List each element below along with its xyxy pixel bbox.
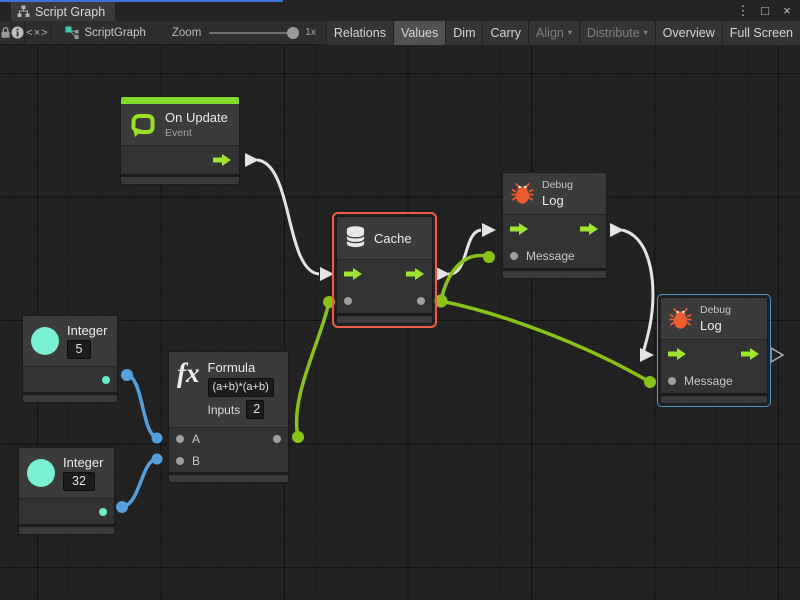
flow-output-port[interactable] <box>213 154 232 166</box>
node-footer <box>169 472 288 482</box>
node-title: Integer <box>67 323 107 338</box>
flow-input-port[interactable] <box>668 348 687 360</box>
database-icon <box>345 225 366 251</box>
flow-input-port[interactable] <box>510 223 529 235</box>
value-wire-endpoint <box>644 376 656 388</box>
formula-fx-icon: fx <box>177 360 200 387</box>
value-wire-endpoint <box>116 501 128 513</box>
flow-output-port[interactable] <box>406 268 425 280</box>
wire-onupdate-to-cache[interactable] <box>257 160 319 274</box>
value-wire-endpoint <box>292 431 304 443</box>
integer-type-icon <box>27 459 55 487</box>
flow-wire-end-arrow <box>320 267 334 281</box>
node-integer-bottom[interactable]: Integer 32 <box>18 447 115 535</box>
node-subtitle: Event <box>165 127 228 139</box>
wire-cache-to-debuglog1[interactable] <box>448 230 481 274</box>
wire-cache-to-debuglog2-message[interactable] <box>441 301 648 381</box>
integer-type-icon <box>31 327 59 355</box>
flow-continuation-arrow <box>771 348 783 362</box>
node-title: Log <box>542 193 573 208</box>
flow-output-port[interactable] <box>741 348 760 360</box>
value-output-port[interactable] <box>417 297 425 305</box>
value-wire-endpoint <box>152 454 163 465</box>
node-formula[interactable]: fx Formula (a+b)*(a+b) Inputs 2 A B <box>168 351 289 483</box>
value-wire-endpoint <box>152 433 163 444</box>
unity-script-graph-window: Script Graph ⋮ □ × <×> <box>0 0 800 600</box>
node-title: Integer <box>63 455 103 470</box>
on-update-event-icon <box>129 111 157 139</box>
wire-integer5-to-formula-a[interactable] <box>127 375 156 437</box>
wire-cache-to-debuglog1-message[interactable] <box>441 255 487 301</box>
port-label: B <box>192 454 200 468</box>
node-footer <box>19 524 114 534</box>
node-footer <box>661 393 767 403</box>
port-a-input[interactable] <box>176 435 184 443</box>
node-integer-top[interactable]: Integer 5 <box>22 315 118 403</box>
node-on-update[interactable]: On Update Event <box>120 96 240 185</box>
integer-value-field[interactable]: 32 <box>63 472 95 491</box>
node-footer <box>503 268 606 278</box>
inputs-label: Inputs <box>208 403 241 417</box>
node-debug-log-top[interactable]: Debug Log Message <box>502 172 607 279</box>
flow-output-port[interactable] <box>580 223 599 235</box>
value-output-port[interactable] <box>99 508 107 516</box>
node-category: Debug <box>542 179 573 191</box>
flow-wire-start-arrow <box>245 153 259 167</box>
integer-value-field[interactable]: 5 <box>67 340 91 359</box>
formula-expression-field[interactable]: (a+b)*(a+b) <box>208 378 274 397</box>
flow-wire-start-arrow <box>610 223 624 237</box>
node-footer <box>121 174 239 184</box>
node-cache[interactable]: Cache <box>336 216 433 324</box>
flow-input-port[interactable] <box>344 268 363 280</box>
event-accent-bar <box>121 97 239 104</box>
port-b-input[interactable] <box>176 457 184 465</box>
node-footer <box>23 392 117 402</box>
node-title: Log <box>700 318 731 333</box>
node-title: Cache <box>374 231 412 246</box>
port-label: Message <box>684 374 733 388</box>
node-footer <box>337 313 432 323</box>
port-label: A <box>192 432 200 446</box>
node-category: Debug <box>700 304 731 316</box>
message-input-port[interactable] <box>668 377 676 385</box>
bug-icon <box>511 182 534 205</box>
value-wire-endpoint <box>323 296 335 308</box>
flow-wire-end-arrow <box>482 223 496 237</box>
value-wire-endpoint <box>435 295 448 308</box>
node-title: On Update <box>165 110 228 125</box>
node-title: Formula <box>208 360 274 375</box>
value-wire-endpoint <box>483 251 495 263</box>
bug-icon <box>669 307 692 330</box>
message-input-port[interactable] <box>510 252 518 260</box>
value-output-port[interactable] <box>273 435 281 443</box>
wire-debuglog1-to-debuglog2[interactable] <box>622 230 653 354</box>
inputs-count-field[interactable]: 2 <box>246 400 264 419</box>
value-output-port[interactable] <box>102 376 110 384</box>
value-input-port[interactable] <box>344 297 352 305</box>
port-label: Message <box>526 249 575 263</box>
wire-formula-to-cache[interactable] <box>297 303 329 437</box>
value-wire-endpoint <box>121 369 133 381</box>
flow-wire-end-arrow <box>640 348 654 362</box>
node-debug-log-bottom[interactable]: Debug Log Message <box>660 297 768 404</box>
wire-integer32-to-formula-b[interactable] <box>122 459 156 507</box>
